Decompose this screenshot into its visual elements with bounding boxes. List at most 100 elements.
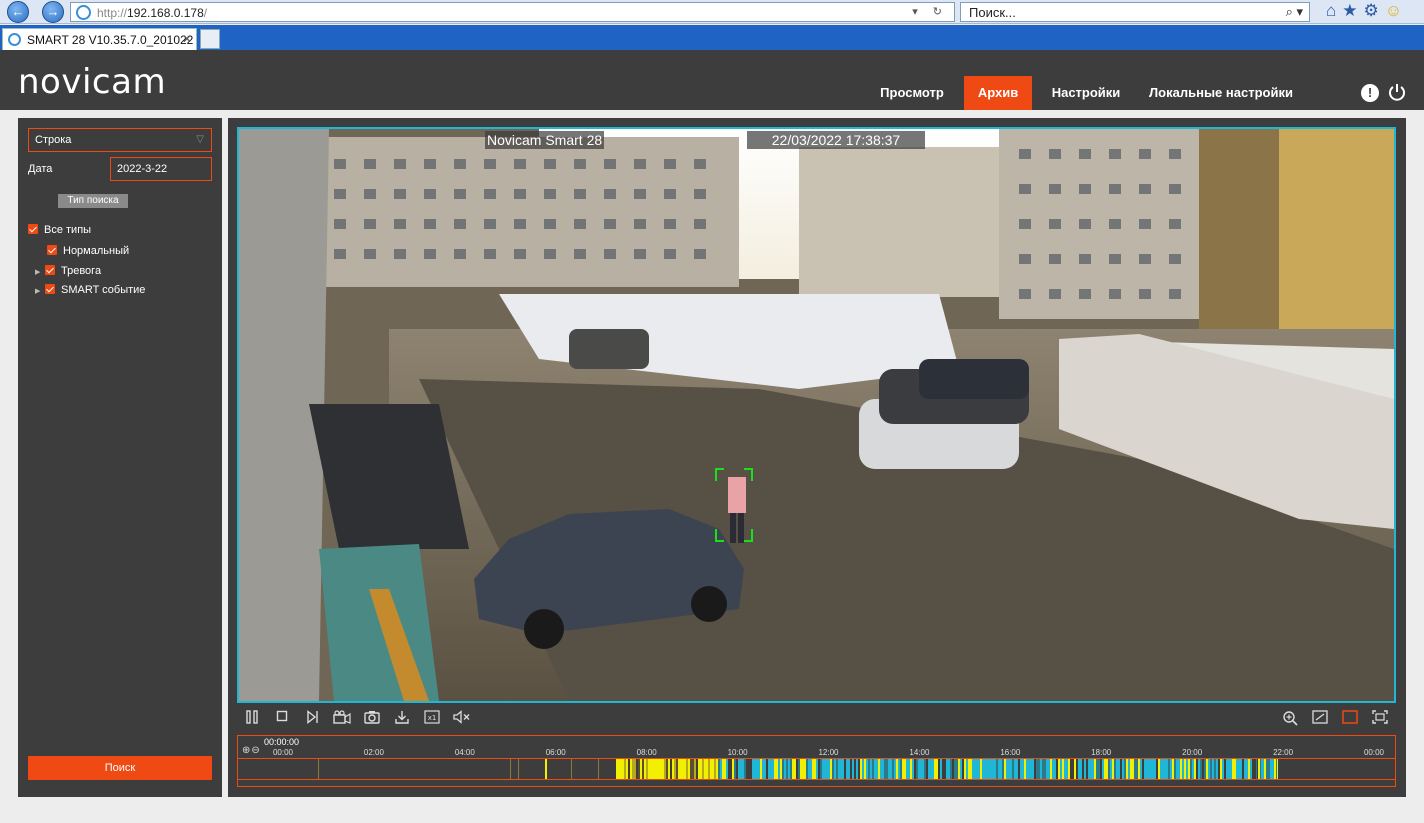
recording-segment[interactable] (1244, 759, 1246, 779)
recording-segment[interactable] (1236, 759, 1238, 779)
recording-segment[interactable] (1160, 759, 1162, 779)
recording-segment[interactable] (624, 759, 626, 779)
recording-track[interactable] (238, 758, 1395, 780)
recording-segment[interactable] (1134, 759, 1136, 779)
recording-segment[interactable] (1216, 759, 1218, 779)
menu-archive[interactable]: Архив (964, 76, 1032, 110)
recording-segment[interactable] (1226, 759, 1228, 779)
recording-segment[interactable] (672, 759, 674, 779)
recording-segment[interactable] (906, 759, 908, 779)
recording-segment[interactable] (990, 759, 992, 779)
recording-segment[interactable] (982, 759, 984, 779)
recording-segment[interactable] (688, 759, 690, 779)
recording-segment[interactable] (1258, 759, 1260, 779)
recording-segment[interactable] (640, 759, 642, 779)
recording-segment[interactable] (1104, 759, 1106, 779)
recording-segment[interactable] (1026, 759, 1028, 779)
recording-segment[interactable] (930, 759, 932, 779)
recording-segment[interactable] (928, 759, 930, 779)
recording-segment[interactable] (1108, 759, 1110, 779)
recording-segment[interactable] (1190, 759, 1192, 779)
recording-segment[interactable] (662, 759, 664, 779)
recording-segment[interactable] (1166, 759, 1168, 779)
recording-segment[interactable] (894, 759, 896, 779)
recording-segment[interactable] (976, 759, 978, 779)
menu-settings[interactable]: Настройки (1040, 76, 1132, 110)
recording-segment[interactable] (1126, 759, 1128, 779)
recording-segment[interactable] (1194, 759, 1196, 779)
recording-segment[interactable] (1270, 759, 1272, 779)
recording-segment[interactable] (898, 759, 900, 779)
recording-segment[interactable] (1074, 759, 1076, 779)
recording-segment[interactable] (734, 759, 736, 779)
recording-segment[interactable] (694, 759, 696, 779)
recording-segment[interactable] (618, 759, 620, 779)
recording-segment[interactable] (1264, 759, 1266, 779)
recording-segment[interactable] (862, 759, 864, 779)
close-icon[interactable]: ✕ (182, 32, 192, 46)
recording-segment[interactable] (1146, 759, 1148, 779)
recording-segment[interactable] (948, 759, 950, 779)
recording-segment[interactable] (642, 759, 644, 779)
recording-segment[interactable] (878, 759, 880, 779)
recording-segment[interactable] (1064, 759, 1066, 779)
recording-segment[interactable] (1090, 759, 1092, 779)
recording-segment[interactable] (992, 759, 994, 779)
recording-segment[interactable] (1206, 759, 1208, 779)
recording-segment[interactable] (810, 759, 812, 779)
recording-segment[interactable] (1000, 759, 1002, 779)
recording-segment[interactable] (704, 759, 706, 779)
recording-segment[interactable] (966, 759, 968, 779)
video-frame[interactable]: Novicam Smart 28 22/03/2022 17:38:37 (237, 127, 1396, 703)
address-bar[interactable]: http://192.168.0.178/ ▾ ↻ (70, 2, 955, 22)
recording-segment[interactable] (802, 759, 804, 779)
type-alarm[interactable]: ▶ Тревога (35, 264, 101, 278)
recording-segment[interactable] (1192, 759, 1194, 779)
recording-segment[interactable] (1180, 759, 1182, 779)
recording-segment[interactable] (638, 759, 640, 779)
recording-segment[interactable] (1246, 759, 1248, 779)
recording-segment[interactable] (994, 759, 996, 779)
recording-segment[interactable] (782, 759, 784, 779)
recording-segment[interactable] (660, 759, 662, 779)
recording-segment[interactable] (1016, 759, 1018, 779)
recording-segment[interactable] (1140, 759, 1142, 779)
recording-segment[interactable] (1054, 759, 1056, 779)
recording-segment[interactable] (1210, 759, 1212, 779)
recording-segment[interactable] (892, 759, 894, 779)
recording-segment[interactable] (692, 759, 694, 779)
recording-segment[interactable] (646, 759, 648, 779)
video-clip-icon[interactable] (332, 710, 352, 728)
recording-segment[interactable] (634, 759, 636, 779)
recording-segment[interactable] (784, 759, 786, 779)
recording-segment[interactable] (954, 759, 956, 779)
recording-segment[interactable] (1158, 759, 1160, 779)
recording-segment[interactable] (1068, 759, 1070, 779)
recording-segment[interactable] (710, 759, 712, 779)
recording-segment[interactable] (840, 759, 842, 779)
recording-segment[interactable] (900, 759, 902, 779)
recording-segment[interactable] (1042, 759, 1044, 779)
recording-segment[interactable] (1022, 759, 1024, 779)
recording-segment[interactable] (706, 759, 708, 779)
recording-segment[interactable] (571, 759, 572, 779)
recording-segment[interactable] (996, 759, 998, 779)
recording-segment[interactable] (770, 759, 772, 779)
recording-segment[interactable] (1102, 759, 1104, 779)
recording-segment[interactable] (772, 759, 774, 779)
recording-segment[interactable] (1088, 759, 1090, 779)
recording-segment[interactable] (598, 759, 599, 779)
recording-segment[interactable] (790, 759, 792, 779)
recording-segment[interactable] (932, 759, 934, 779)
recording-segment[interactable] (632, 759, 634, 779)
recording-segment[interactable] (822, 759, 824, 779)
recording-segment[interactable] (934, 759, 936, 779)
recording-segment[interactable] (658, 759, 660, 779)
recording-segment[interactable] (666, 759, 668, 779)
type-smart[interactable]: ▶ SMART событие (35, 283, 145, 297)
recording-segment[interactable] (882, 759, 884, 779)
fullscreen-icon[interactable] (1370, 710, 1390, 728)
recording-segment[interactable] (724, 759, 726, 779)
recording-segment[interactable] (682, 759, 684, 779)
recording-segment[interactable] (828, 759, 830, 779)
